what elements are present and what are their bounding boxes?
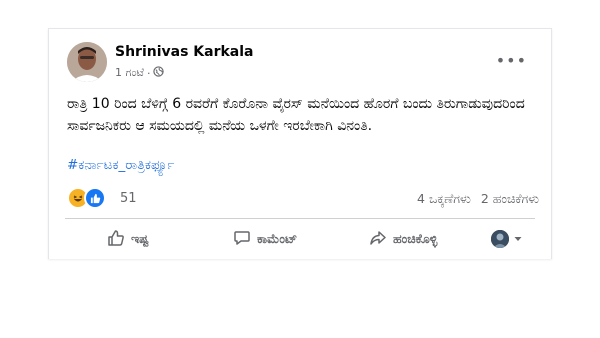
reaction-count: 51 (120, 190, 137, 206)
like-label: ಇಷ್ಟ (131, 231, 149, 246)
share-button[interactable]: ಹಂಚಿಕೊಳ್ಳಿ (369, 229, 437, 250)
comment-count[interactable]: 4 ಒಕ್ಕಣೆಗಳು (417, 191, 471, 207)
post-time[interactable]: 1 ಗಂಟೆ (115, 66, 144, 80)
comment-button[interactable]: ಕಾಮೆಂಟ್ (233, 229, 297, 250)
more-options-icon[interactable]: ••• (496, 51, 527, 70)
share-icon (369, 229, 387, 250)
comment-icon (233, 229, 251, 250)
action-bar: ಇಷ್ಟ ಕಾಮೆಂಟ್ ಹಂಚಿಕೊಳ್ಳಿ (65, 225, 535, 253)
comment-label: ಕಾಮೆಂಟ್ (257, 231, 298, 246)
author-name[interactable]: Shrinivas Karkala (115, 44, 254, 60)
chevron-down-icon (513, 232, 523, 247)
author-avatar[interactable] (67, 42, 107, 82)
like-button[interactable]: ಇಷ್ಟ (107, 229, 149, 250)
thumbs-up-icon (107, 229, 125, 250)
post-card: Shrinivas Karkala 1 ಗಂಟೆ · ••• ರಾತ್ರಿ 10… (48, 28, 552, 259)
post-stats: 4 ಒಕ್ಕಣೆಗಳು 2 ಹಂಚಿಕೆಗಳು (417, 191, 539, 207)
reaction-profile-selector[interactable] (491, 230, 523, 248)
globe-icon[interactable] (153, 66, 165, 80)
share-count[interactable]: 2 ಹಂಚಿಕೆಗಳು (481, 191, 539, 207)
profile-avatar (491, 230, 509, 248)
reactions-summary[interactable]: 51 (67, 187, 137, 209)
hashtag-link[interactable]: #ಕರ್ನಾಟಕ_ರಾತ್ರಿಕರ್ಫ್ಯೂ (67, 157, 174, 173)
like-icon (84, 187, 106, 209)
post-text: ರಾತ್ರಿ 10 ರಿಂದ ಬೆಳಿಗ್ಗೆ 6 ರವರೆಗೆ ಕೊರೊನಾ … (67, 96, 525, 134)
share-label: ಹಂಚಿಕೊಳ್ಳಿ (393, 231, 438, 246)
post-meta: 1 ಗಂಟೆ · (115, 66, 165, 80)
divider (65, 218, 535, 219)
meta-separator: · (146, 66, 151, 80)
